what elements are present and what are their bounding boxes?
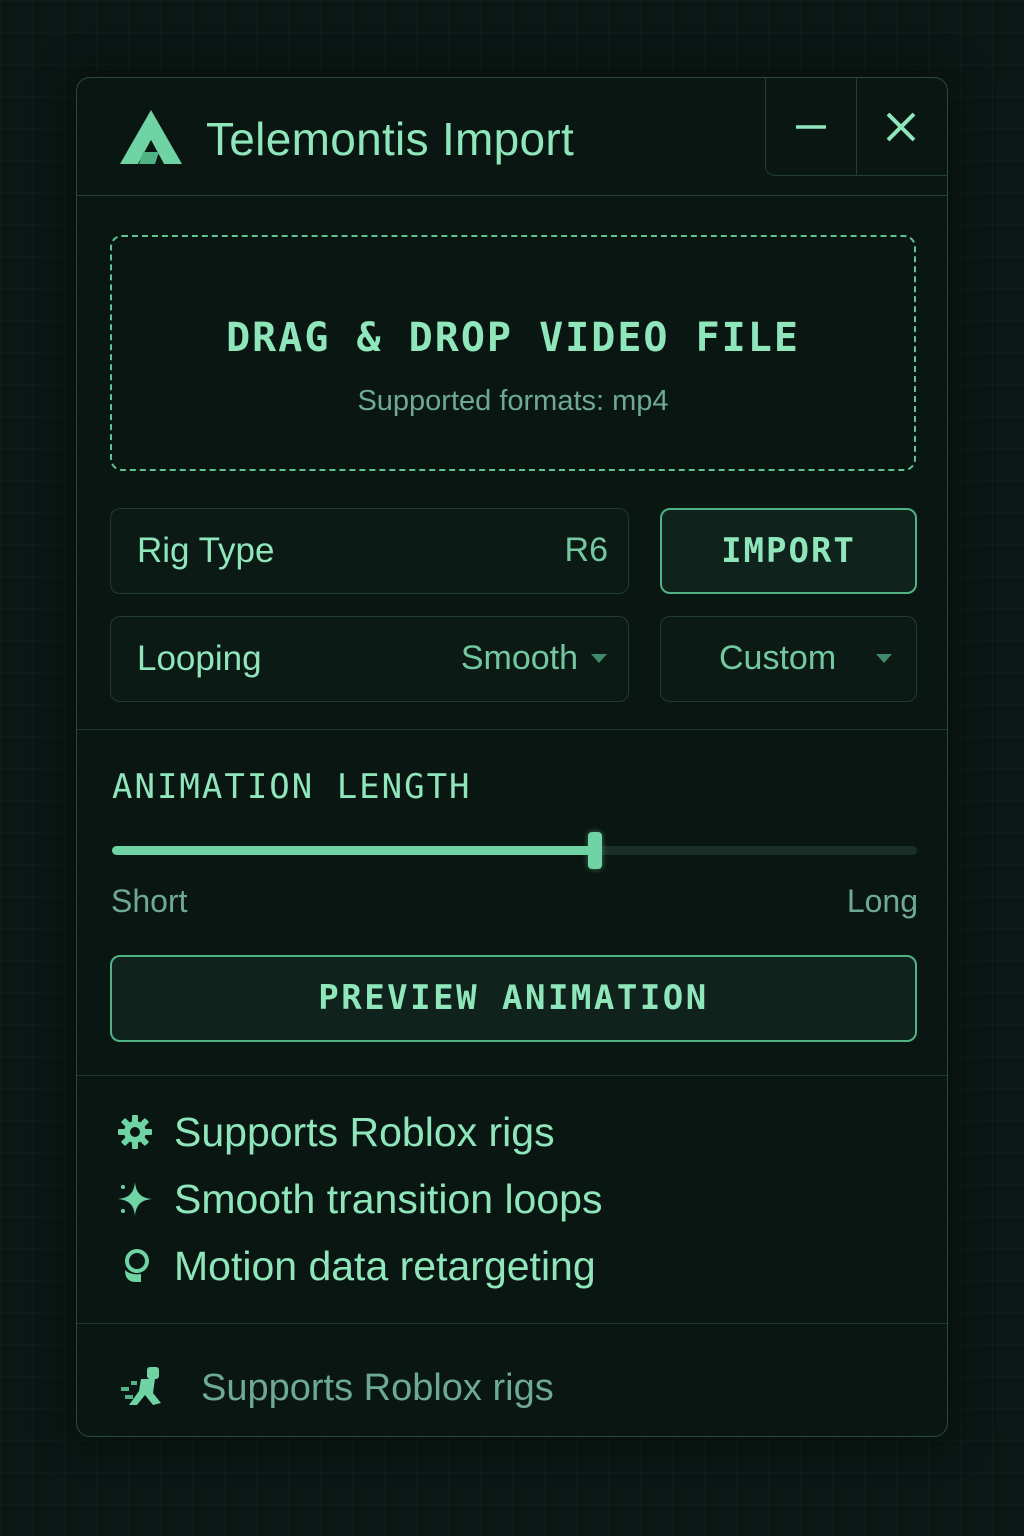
close-button[interactable] (856, 78, 946, 176)
title-bar: Telemontis Import (77, 78, 947, 196)
chevron-down-icon (591, 654, 607, 663)
looping-select[interactable]: Looping Smooth (110, 616, 629, 702)
minimize-icon (796, 125, 826, 129)
rig-type-label: Rig Type (137, 531, 275, 570)
supported-formats-text: Supported formats: mp4 (357, 385, 669, 417)
running-figure-icon (121, 1367, 161, 1405)
custom-select[interactable]: Custom (660, 616, 917, 702)
logo-icon (120, 110, 182, 164)
footer: Supports Roblox rigs (77, 1323, 947, 1436)
custom-value: Custom (719, 639, 837, 677)
import-button[interactable]: IMPORT (660, 508, 917, 594)
chevron-down-icon (876, 654, 892, 663)
window-title: Telemontis Import (206, 113, 575, 165)
slider-thumb[interactable] (588, 832, 602, 869)
section-divider (77, 729, 947, 730)
feature-text: Supports Roblox rigs (174, 1109, 555, 1155)
looping-value: Smooth (460, 639, 578, 677)
video-drop-zone[interactable]: DRAG & DROP VIDEO FILE Supported formats… (110, 235, 916, 471)
slider-max-label: Long (846, 883, 918, 919)
slider-fill (112, 846, 595, 855)
window-controls (765, 78, 947, 176)
rig-type-value: R6 (564, 531, 608, 569)
sparkle-icon (118, 1182, 152, 1216)
feature-text: Motion data retargeting (174, 1243, 596, 1289)
minimize-button[interactable] (766, 78, 857, 176)
footer-text: Supports Roblox rigs (201, 1367, 554, 1409)
section-divider (77, 1075, 947, 1076)
drop-zone-title: DRAG & DROP VIDEO FILE (226, 315, 800, 361)
feature-text: Smooth transition loops (174, 1176, 603, 1222)
animation-length-slider[interactable] (112, 832, 917, 869)
gear-icon (118, 1115, 152, 1149)
head-icon (125, 1249, 149, 1282)
animation-length-title: ANIMATION LENGTH (112, 767, 472, 807)
preview-animation-button[interactable]: PREVIEW ANIMATION (110, 955, 917, 1042)
rig-type-field[interactable]: Rig Type R6 (110, 508, 629, 594)
close-icon (886, 112, 916, 142)
import-window: Telemontis Import DRAG & DROP VIDEO FILE… (76, 77, 948, 1437)
slider-min-label: Short (111, 883, 188, 919)
looping-label: Looping (137, 639, 262, 678)
